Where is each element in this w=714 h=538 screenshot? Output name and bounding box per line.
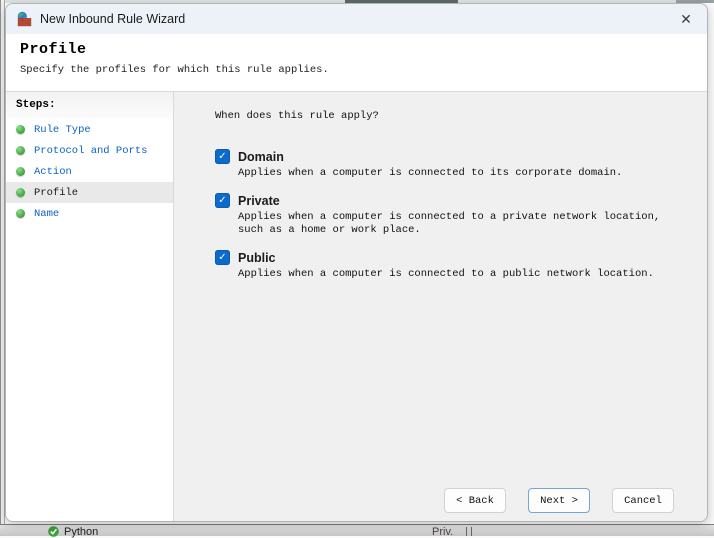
- step-item-name[interactable]: Name: [6, 203, 173, 224]
- step-label: Name: [34, 208, 59, 220]
- firewall-icon: [16, 11, 32, 27]
- content-panel: When does this rule apply? ✓ Domain Appl…: [174, 92, 707, 521]
- option-label-domain[interactable]: Domain: [238, 150, 284, 164]
- step-label: Profile: [34, 187, 78, 199]
- wizard-body: Steps: Rule Type Protocol and Ports Acti…: [6, 92, 707, 521]
- statusbar-app-status: Python: [48, 526, 98, 538]
- step-item-protocol-and-ports[interactable]: Protocol and Ports: [6, 140, 173, 161]
- background-statusbar: Python Priv.: [0, 524, 714, 536]
- cancel-button[interactable]: Cancel: [612, 488, 674, 513]
- step-bullet-icon: [16, 167, 25, 176]
- wizard-button-row: < Back Next > Cancel: [444, 488, 674, 513]
- new-inbound-rule-wizard-dialog: New Inbound Rule Wizard ✕ Profile Specif…: [5, 3, 708, 522]
- step-label: Protocol and Ports: [34, 145, 147, 157]
- status-check-icon: [48, 526, 59, 537]
- private-checkbox[interactable]: ✓: [215, 193, 230, 208]
- step-label: Rule Type: [34, 124, 91, 136]
- close-button[interactable]: ✕: [665, 4, 707, 34]
- wizard-header: Profile Specify the profiles for which t…: [6, 34, 707, 92]
- statusbar-grip: [466, 527, 472, 536]
- status-right-label: Priv.: [432, 526, 453, 538]
- back-button[interactable]: < Back: [444, 488, 506, 513]
- close-icon: ✕: [680, 11, 692, 28]
- option-public: ✓ Public Applies when a computer is conn…: [215, 250, 687, 281]
- step-item-profile-current[interactable]: Profile: [6, 182, 173, 203]
- option-label-private[interactable]: Private: [238, 194, 280, 208]
- window-titlebar[interactable]: New Inbound Rule Wizard ✕: [6, 4, 707, 34]
- steps-heading: Steps:: [6, 92, 173, 119]
- page-title: Profile: [20, 41, 693, 58]
- step-label: Action: [34, 166, 72, 178]
- page-subtitle: Specify the profiles for which this rule…: [20, 64, 693, 76]
- step-item-action[interactable]: Action: [6, 161, 173, 182]
- public-checkbox[interactable]: ✓: [215, 250, 230, 265]
- step-bullet-icon: [16, 188, 25, 197]
- question-text: When does this rule apply?: [215, 110, 687, 122]
- option-description: Applies when a computer is connected to …: [238, 268, 687, 281]
- next-button[interactable]: Next >: [528, 488, 590, 513]
- step-bullet-icon: [16, 209, 25, 218]
- check-icon: ✓: [218, 253, 226, 263]
- domain-checkbox[interactable]: ✓: [215, 149, 230, 164]
- steps-panel: Steps: Rule Type Protocol and Ports Acti…: [6, 92, 174, 521]
- step-bullet-icon: [16, 125, 25, 134]
- option-domain: ✓ Domain Applies when a computer is conn…: [215, 149, 687, 180]
- check-icon: ✓: [218, 152, 226, 162]
- check-icon: ✓: [218, 196, 226, 206]
- window-title: New Inbound Rule Wizard: [40, 12, 185, 26]
- status-app-label: Python: [64, 526, 98, 538]
- option-description: Applies when a computer is connected to …: [238, 211, 687, 237]
- step-bullet-icon: [16, 146, 25, 155]
- step-item-rule-type[interactable]: Rule Type: [6, 119, 173, 140]
- option-label-public[interactable]: Public: [238, 251, 276, 265]
- option-description: Applies when a computer is connected to …: [238, 167, 687, 180]
- option-private: ✓ Private Applies when a computer is con…: [215, 193, 687, 237]
